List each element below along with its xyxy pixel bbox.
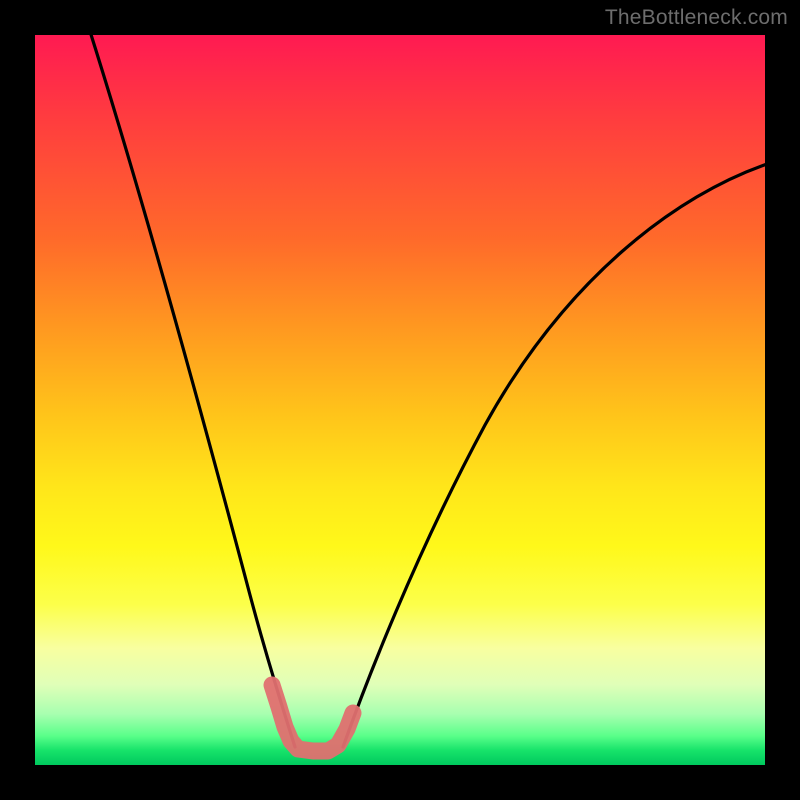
curve-right-branch — [343, 163, 770, 747]
optimal-zone-marker — [272, 685, 353, 751]
chart-frame: TheBottleneck.com — [0, 0, 800, 800]
curve-left-branch — [88, 25, 295, 747]
curve-layer — [35, 35, 765, 765]
plot-area — [35, 35, 765, 765]
watermark-text: TheBottleneck.com — [605, 6, 788, 30]
